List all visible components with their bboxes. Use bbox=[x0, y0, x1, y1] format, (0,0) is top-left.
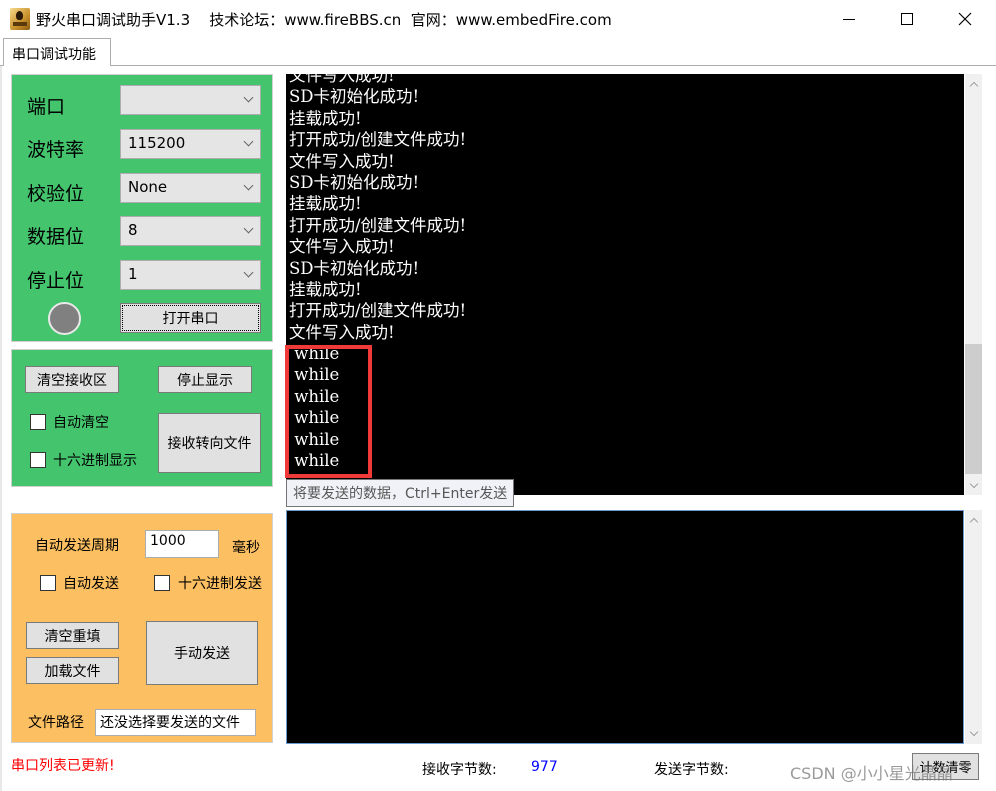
hex-display-label: 十六进制显示 bbox=[53, 453, 137, 469]
baud-select[interactable]: 115200 bbox=[120, 129, 261, 159]
send-period-unit: 毫秒 bbox=[232, 540, 260, 556]
rx-count-value: 977 bbox=[531, 759, 558, 775]
scroll-down-button[interactable] bbox=[965, 477, 982, 494]
chevron-down-icon bbox=[243, 92, 254, 103]
receive-line: while bbox=[289, 344, 340, 364]
reset-count-button[interactable]: 计数清零 bbox=[912, 753, 979, 780]
auto-send-label: 自动发送 bbox=[63, 576, 119, 592]
status-message: 串口列表已更新! bbox=[11, 758, 115, 774]
auto-clear-label: 自动清空 bbox=[53, 415, 109, 431]
receive-line: 打开成功/创建文件成功! bbox=[289, 215, 467, 235]
receive-line: while bbox=[289, 451, 340, 471]
chevron-down-icon bbox=[243, 136, 254, 147]
scroll-up-button[interactable] bbox=[965, 512, 982, 529]
open-port-button[interactable]: 打开串口 bbox=[120, 303, 261, 333]
send-settings-panel: 自动发送周期 1000 毫秒 自动发送 十六进制发送 清空重填 加载文件 手动发… bbox=[11, 513, 273, 743]
receive-lines: 文件写入成功! SD卡初始化成功! 挂载成功! 打开成功/创建文件成功! 文件写入成功!… bbox=[289, 74, 964, 471]
clear-refill-button[interactable]: 清空重填 bbox=[26, 622, 119, 649]
stop-display-button[interactable]: 停止显示 bbox=[158, 366, 252, 393]
auto-send-checkbox[interactable] bbox=[40, 575, 56, 591]
receive-line: 文件写入成功! bbox=[289, 151, 395, 171]
receive-scrollbar[interactable] bbox=[965, 74, 982, 495]
chevron-up-icon bbox=[969, 81, 978, 91]
port-status-led bbox=[48, 302, 81, 335]
tab-serial-debug[interactable]: 串口调试功能 bbox=[3, 38, 111, 66]
chevron-down-icon bbox=[243, 267, 254, 278]
data-bits-value: 8 bbox=[128, 221, 138, 239]
file-path-label: 文件路径 bbox=[28, 715, 84, 731]
stop-bits-label: 停止位 bbox=[27, 270, 85, 292]
chevron-down-icon bbox=[243, 223, 254, 234]
send-area-tooltip: 将要发送的数据，Ctrl+Enter发送 bbox=[286, 479, 515, 507]
chevron-up-icon bbox=[969, 517, 978, 527]
receive-area[interactable]: 文件写入成功! SD卡初始化成功! 挂载成功! 打开成功/创建文件成功! 文件写入成功!… bbox=[286, 74, 964, 495]
manual-send-button[interactable]: 手动发送 bbox=[146, 621, 258, 685]
parity-select[interactable]: None bbox=[120, 173, 261, 203]
hex-send-checkbox[interactable] bbox=[154, 575, 170, 591]
rx-count-label: 接收字节数: bbox=[422, 762, 497, 778]
receive-line: 打开成功/创建文件成功! bbox=[289, 130, 467, 150]
title-bar: 野火串口调试助手V1.3 技术论坛：www.fireBBS.cn 官网：www.… bbox=[0, 0, 996, 38]
close-icon bbox=[958, 12, 972, 26]
port-label: 端口 bbox=[27, 96, 66, 118]
tab-divider bbox=[0, 65, 996, 66]
receive-line: 挂载成功! bbox=[289, 194, 362, 214]
redirect-to-file-button[interactable]: 接收转向文件 bbox=[158, 413, 261, 473]
chevron-down-icon bbox=[969, 727, 978, 737]
scroll-up-button[interactable] bbox=[965, 76, 982, 93]
scroll-down-button[interactable] bbox=[965, 725, 982, 742]
receive-line: while bbox=[289, 365, 340, 385]
send-area-input[interactable] bbox=[286, 510, 964, 744]
app-logo-icon bbox=[10, 8, 30, 30]
tx-count-label: 发送字节数: bbox=[654, 762, 729, 778]
receive-line: 文件写入成功! bbox=[289, 74, 395, 85]
receive-line: while bbox=[289, 386, 340, 406]
port-select[interactable] bbox=[120, 85, 261, 115]
parity-value: None bbox=[128, 178, 168, 196]
window-edge bbox=[0, 66, 2, 791]
hex-display-checkbox[interactable] bbox=[30, 452, 46, 468]
receive-line: 挂载成功! bbox=[289, 279, 362, 299]
load-file-button[interactable]: 加载文件 bbox=[26, 657, 119, 684]
data-bits-label: 数据位 bbox=[27, 226, 85, 248]
receive-line: SD卡初始化成功! bbox=[289, 172, 420, 192]
file-path-input[interactable]: 还没选择要发送的文件 bbox=[95, 709, 256, 736]
baud-value: 115200 bbox=[128, 134, 186, 152]
minimize-button[interactable] bbox=[820, 0, 878, 38]
auto-clear-checkbox[interactable] bbox=[30, 414, 46, 430]
receive-line: 挂载成功! bbox=[289, 108, 362, 128]
maximize-icon bbox=[901, 13, 913, 25]
data-bits-select[interactable]: 8 bbox=[120, 216, 261, 246]
highlight-annotation bbox=[285, 345, 372, 478]
chevron-down-icon bbox=[969, 479, 978, 489]
send-scrollbar[interactable] bbox=[965, 510, 982, 744]
serial-settings-panel: 端口 波特率 115200 校验位 None 数据位 8 停止位 1 打开串口 bbox=[11, 74, 273, 342]
receive-line: SD卡初始化成功! bbox=[289, 258, 420, 278]
close-button[interactable] bbox=[936, 0, 994, 38]
hex-send-label: 十六进制发送 bbox=[178, 576, 262, 592]
send-period-input[interactable]: 1000 bbox=[145, 530, 219, 558]
stop-bits-value: 1 bbox=[128, 265, 138, 283]
stop-bits-select[interactable]: 1 bbox=[120, 260, 261, 290]
receive-line: SD卡初始化成功! bbox=[289, 87, 420, 107]
receive-line: while bbox=[289, 408, 340, 428]
maximize-button[interactable] bbox=[878, 0, 936, 38]
receive-line: 打开成功/创建文件成功! bbox=[289, 301, 467, 321]
parity-label: 校验位 bbox=[27, 183, 85, 205]
send-period-label: 自动发送周期 bbox=[35, 538, 119, 554]
receive-line: while bbox=[289, 429, 340, 449]
chevron-down-icon bbox=[243, 180, 254, 191]
receive-settings-panel: 清空接收区 停止显示 自动清空 十六进制显示 接收转向文件 bbox=[11, 349, 273, 487]
scroll-thumb[interactable] bbox=[965, 344, 982, 474]
receive-line: 文件写入成功! bbox=[289, 237, 395, 257]
receive-line: 文件写入成功! bbox=[289, 322, 395, 342]
baud-label: 波特率 bbox=[27, 139, 85, 161]
clear-receive-button[interactable]: 清空接收区 bbox=[25, 366, 119, 393]
window-title: 野火串口调试助手V1.3 技术论坛：www.fireBBS.cn 官网：www.… bbox=[36, 11, 612, 29]
minimize-icon bbox=[843, 18, 855, 20]
